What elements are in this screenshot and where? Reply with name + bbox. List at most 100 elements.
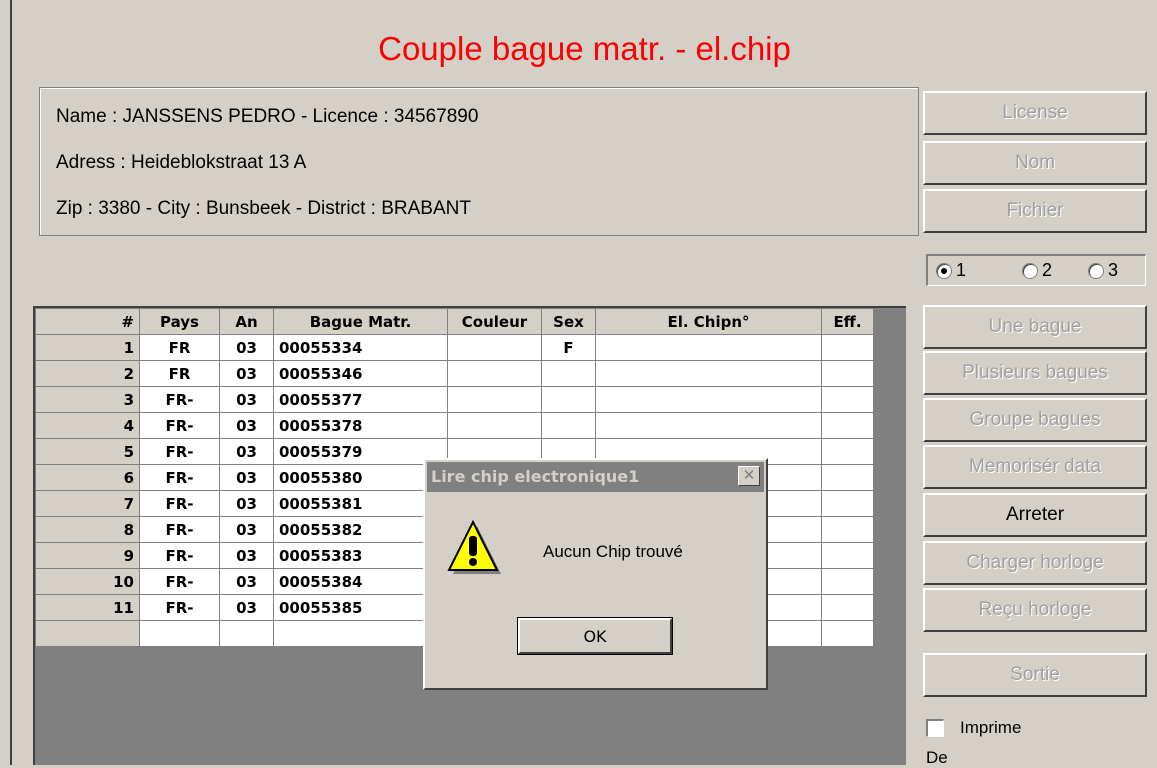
pays-cell[interactable]: FR- <box>139 542 220 569</box>
pays-cell[interactable]: FR <box>139 360 220 387</box>
an-cell[interactable]: 03 <box>219 412 274 439</box>
sex-cell[interactable]: F <box>541 334 596 361</box>
row-number-cell[interactable]: 4 <box>35 412 140 439</box>
nom-button[interactable]: Nom <box>923 141 1147 185</box>
une-bague-button[interactable]: Une bague <box>923 305 1147 349</box>
couleur-cell[interactable] <box>447 334 542 361</box>
an-cell[interactable] <box>219 620 274 647</box>
an-cell[interactable]: 03 <box>219 594 274 621</box>
table-row[interactable]: 3 FR- 03 00055377 <box>35 386 874 413</box>
bague-cell[interactable]: 00055381 <box>273 490 448 517</box>
pays-cell[interactable]: FR- <box>139 594 220 621</box>
license-button[interactable]: License <box>923 91 1147 135</box>
bague-cell[interactable]: 00055380 <box>273 464 448 491</box>
couleur-cell[interactable] <box>447 412 542 439</box>
eff-cell[interactable] <box>821 334 874 361</box>
an-cell[interactable]: 03 <box>219 542 274 569</box>
recu-horloge-button[interactable]: Reçu horloge <box>923 588 1147 632</box>
pays-cell[interactable]: FR- <box>139 516 220 543</box>
row-number-cell[interactable]: 8 <box>35 516 140 543</box>
column-header[interactable]: Eff. <box>821 308 874 335</box>
couleur-cell[interactable] <box>447 360 542 387</box>
chip-cell[interactable] <box>595 334 822 361</box>
eff-cell[interactable] <box>821 360 874 387</box>
column-header[interactable]: Couleur <box>447 308 542 335</box>
an-cell[interactable]: 03 <box>219 386 274 413</box>
close-icon[interactable]: ✕ <box>738 466 760 486</box>
row-number-cell[interactable]: 2 <box>35 360 140 387</box>
chip-cell[interactable] <box>595 412 822 439</box>
row-number-cell[interactable]: 6 <box>35 464 140 491</box>
eff-cell[interactable] <box>821 386 874 413</box>
radio-option-1[interactable]: 1 <box>936 260 966 281</box>
radio-option-3[interactable]: 3 <box>1088 260 1118 281</box>
charger-horloge-button[interactable]: Charger horloge <box>923 541 1147 585</box>
bague-cell[interactable]: 00055384 <box>273 568 448 595</box>
eff-cell[interactable] <box>821 568 874 595</box>
pays-cell[interactable]: FR <box>139 334 220 361</box>
row-number-cell[interactable] <box>35 620 140 647</box>
sex-cell[interactable] <box>541 360 596 387</box>
bague-cell[interactable]: 00055382 <box>273 516 448 543</box>
bague-cell[interactable]: 00055334 <box>273 334 448 361</box>
column-header[interactable]: Bague Matr. <box>273 308 448 335</box>
table-row[interactable]: 2 FR 03 00055346 <box>35 360 874 387</box>
an-cell[interactable]: 03 <box>219 516 274 543</box>
row-number-cell[interactable]: 5 <box>35 438 140 465</box>
column-header[interactable]: Pays <box>139 308 220 335</box>
row-number-cell[interactable]: 7 <box>35 490 140 517</box>
table-row[interactable]: 4 FR- 03 00055378 <box>35 412 874 439</box>
arreter-button[interactable]: Arreter <box>923 493 1147 537</box>
row-number-cell[interactable]: 1 <box>35 334 140 361</box>
pays-cell[interactable]: FR- <box>139 568 220 595</box>
column-header[interactable]: An <box>219 308 274 335</box>
column-header[interactable]: El. Chipn° <box>595 308 822 335</box>
radio-option-2[interactable]: 2 <box>1022 260 1052 281</box>
an-cell[interactable]: 03 <box>219 438 274 465</box>
imprime-checkbox[interactable] <box>926 719 944 737</box>
an-cell[interactable]: 03 <box>219 490 274 517</box>
pays-cell[interactable]: FR- <box>139 386 220 413</box>
bague-cell[interactable]: 00055379 <box>273 438 448 465</box>
row-number-cell[interactable]: 9 <box>35 542 140 569</box>
an-cell[interactable]: 03 <box>219 568 274 595</box>
bague-cell[interactable] <box>273 620 448 647</box>
eff-cell[interactable] <box>821 542 874 569</box>
pays-cell[interactable]: FR- <box>139 438 220 465</box>
eff-cell[interactable] <box>821 464 874 491</box>
row-number-cell[interactable]: 11 <box>35 594 140 621</box>
bague-cell[interactable]: 00055346 <box>273 360 448 387</box>
eff-cell[interactable] <box>821 516 874 543</box>
memoriser-data-button[interactable]: Memorisér data <box>923 445 1147 489</box>
groupe-bagues-button[interactable]: Groupe bagues <box>923 398 1147 442</box>
pays-cell[interactable]: FR- <box>139 464 220 491</box>
eff-cell[interactable] <box>821 620 874 647</box>
bague-cell[interactable]: 00055383 <box>273 542 448 569</box>
couleur-cell[interactable] <box>447 386 542 413</box>
row-number-cell[interactable]: 10 <box>35 568 140 595</box>
an-cell[interactable]: 03 <box>219 360 274 387</box>
table-row[interactable]: 1 FR 03 00055334 F <box>35 334 874 361</box>
an-cell[interactable]: 03 <box>219 334 274 361</box>
plusieurs-bagues-button[interactable]: Plusieurs bagues <box>923 351 1147 395</box>
column-header[interactable]: # <box>35 308 140 335</box>
eff-cell[interactable] <box>821 438 874 465</box>
chip-cell[interactable] <box>595 360 822 387</box>
eff-cell[interactable] <box>821 490 874 517</box>
pays-cell[interactable] <box>139 620 220 647</box>
chip-cell[interactable] <box>595 386 822 413</box>
pays-cell[interactable]: FR- <box>139 412 220 439</box>
row-number-cell[interactable]: 3 <box>35 386 140 413</box>
sex-cell[interactable] <box>541 412 596 439</box>
pays-cell[interactable]: FR- <box>139 490 220 517</box>
ok-button[interactable]: OK <box>517 617 673 655</box>
column-header[interactable]: Sex <box>541 308 596 335</box>
eff-cell[interactable] <box>821 412 874 439</box>
bague-cell[interactable]: 00055378 <box>273 412 448 439</box>
sex-cell[interactable] <box>541 386 596 413</box>
bague-cell[interactable]: 00055377 <box>273 386 448 413</box>
fichier-button[interactable]: Fichier <box>923 189 1147 233</box>
eff-cell[interactable] <box>821 594 874 621</box>
bague-cell[interactable]: 00055385 <box>273 594 448 621</box>
sortie-button[interactable]: Sortie <box>923 653 1147 697</box>
